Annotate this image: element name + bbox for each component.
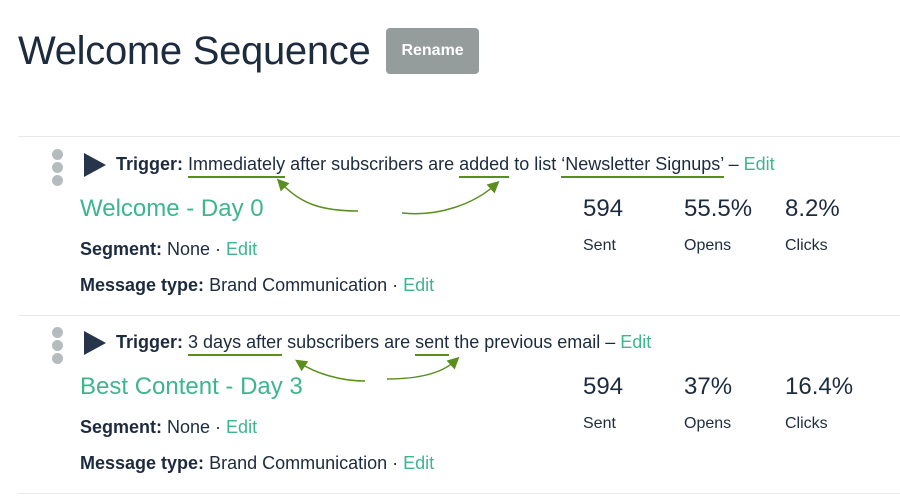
arrow-left [295, 359, 366, 382]
title-row: Welcome Sequence Rename [18, 28, 479, 74]
rename-button[interactable]: Rename [386, 28, 479, 74]
arrow-left [276, 178, 359, 212]
email-row: Trigger: Immediately after subscribers a… [0, 137, 900, 315]
annotation-arrows [276, 178, 500, 215]
arrow-right [401, 180, 500, 215]
annotation-arrows [295, 356, 460, 382]
page-title: Welcome Sequence [18, 28, 371, 73]
arrow-right [386, 356, 460, 380]
divider [18, 493, 900, 494]
email-row: Trigger: 3 days after subscribers are se… [0, 315, 900, 493]
